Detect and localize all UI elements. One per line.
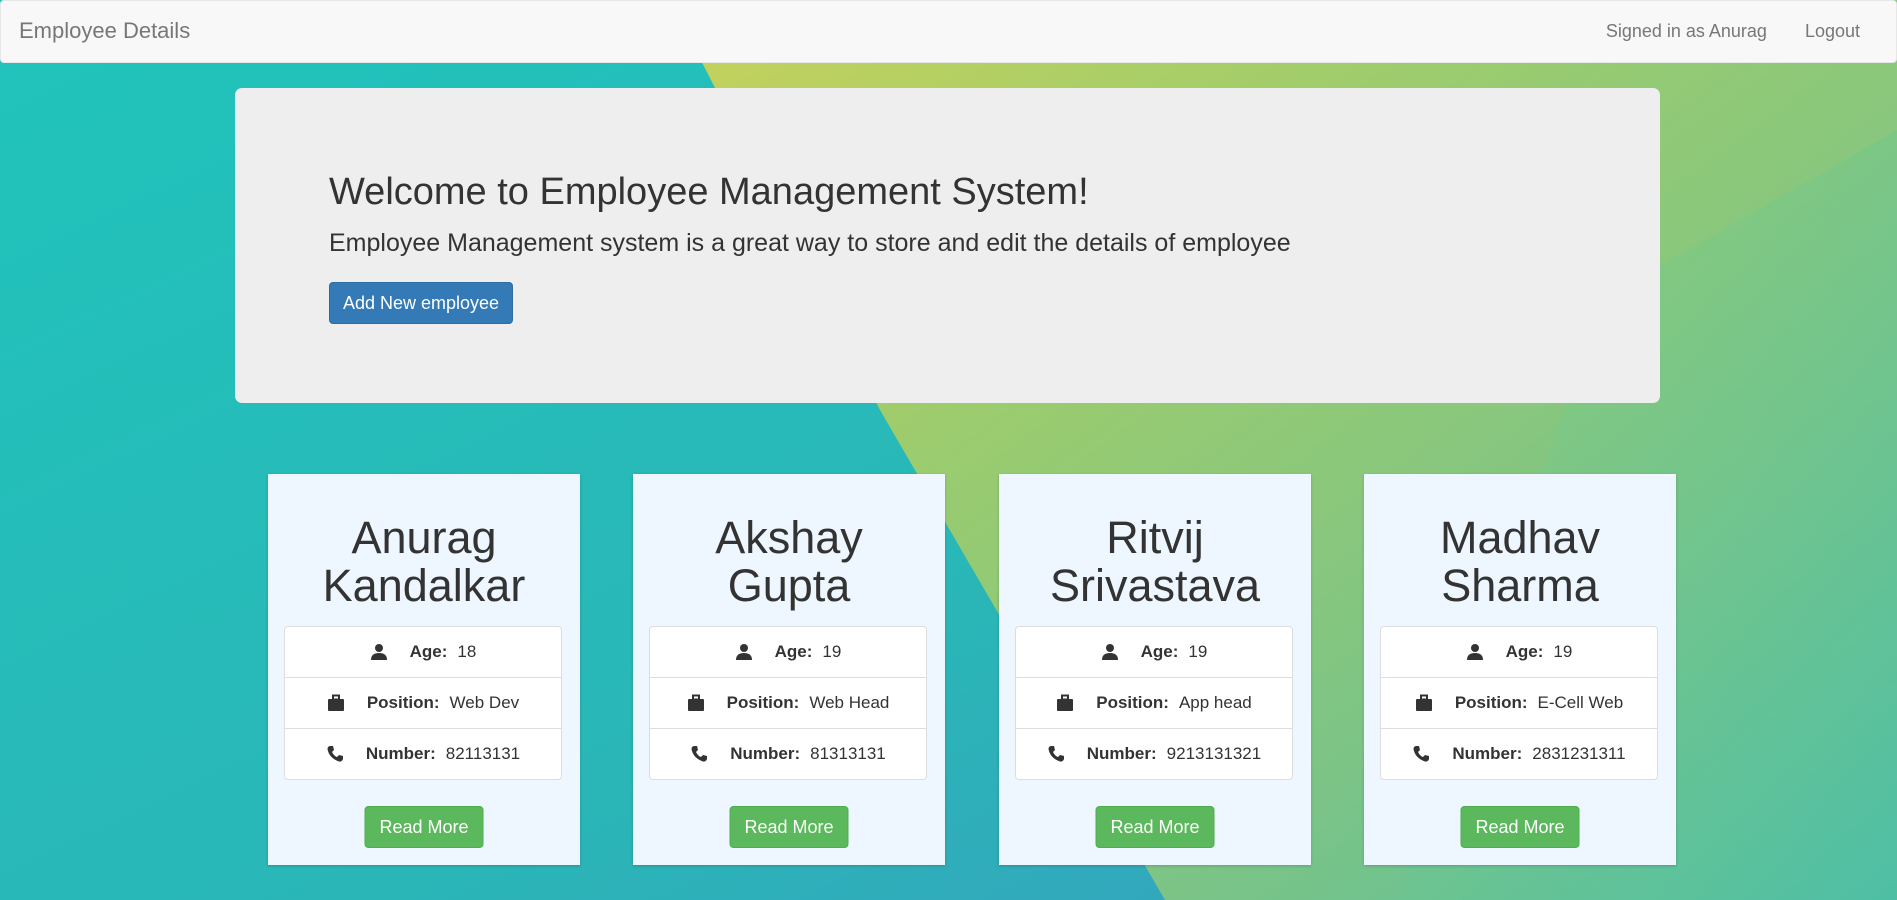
employee-info-list: Age: 18 Position: Web Dev Number: 821131… [284,626,562,780]
page: Employee Details Signed in as Anurag Log… [0,0,1897,900]
phone-icon [1047,745,1065,763]
employee-info-list: Age: 19 Position: App head Number: 92131… [1015,626,1293,780]
position-value: E-Cell Web [1537,693,1624,712]
number-value: 81313131 [810,744,886,763]
add-new-employee-button[interactable]: Add New employee [329,282,513,324]
briefcase-icon [1415,694,1433,712]
position-row: Position: E-Cell Web [1380,677,1658,729]
position-value: Web Dev [449,693,520,712]
briefcase-icon [327,694,345,712]
number-row: Number: 2831231311 [1380,728,1658,780]
employee-last-name: Kandalkar [322,560,526,611]
employee-card: Ritvij Srivastava Age: 19 Position: App … [999,474,1311,865]
age-label: Age: [409,642,448,661]
phone-icon [1412,745,1430,763]
age-value: 19 [1188,642,1208,661]
read-more-button[interactable]: Read More [729,806,849,848]
number-label: Number: [730,744,801,763]
employee-name: Akshay Gupta [633,514,945,610]
user-icon [1466,643,1484,661]
position-label: Position: [366,693,440,712]
navbar: Employee Details Signed in as Anurag Log… [0,0,1897,63]
brand-link[interactable]: Employee Details [19,18,190,44]
briefcase-icon [1056,694,1074,712]
signed-in-link[interactable]: Signed in as Anurag [1606,21,1767,42]
number-label: Number: [1452,744,1523,763]
employee-first-name: Akshay [715,512,863,563]
employee-card: Madhav Sharma Age: 19 Position: E-Cell W… [1364,474,1676,865]
age-value: 18 [457,642,477,661]
employee-card: Anurag Kandalkar Age: 18 Position: Web D… [268,474,580,865]
number-value: 9213131321 [1166,744,1262,763]
position-label: Position: [1096,693,1169,712]
number-row: Number: 81313131 [649,728,927,780]
user-icon [1101,643,1119,661]
number-row: Number: 9213131321 [1015,728,1293,780]
age-value: 19 [1553,642,1573,661]
position-row: Position: Web Head [649,677,927,729]
read-more-button[interactable]: Read More [1095,806,1215,848]
position-value: Web Head [809,693,890,712]
nav-right: Signed in as Anurag Logout [1606,21,1860,42]
employee-last-name: Sharma [1441,560,1599,611]
employee-name: Anurag Kandalkar [268,514,580,610]
age-label: Age: [774,642,813,661]
number-label: Number: [365,744,436,763]
employee-first-name: Madhav [1439,512,1601,563]
phone-icon [326,745,344,763]
employee-last-name: Srivastava [1049,560,1261,611]
employee-name: Madhav Sharma [1364,514,1676,610]
age-label: Age: [1140,642,1179,661]
user-icon [735,643,753,661]
age-row: Age: 19 [1015,626,1293,678]
employee-name: Ritvij Srivastava [999,514,1311,610]
position-value: App head [1178,693,1252,712]
logout-link[interactable]: Logout [1805,21,1860,42]
position-label: Position: [726,693,800,712]
phone-icon [690,745,708,763]
page-subtitle: Employee Management system is a great wa… [329,229,1291,257]
page-title: Welcome to Employee Management System! [329,171,1089,213]
user-icon [370,643,388,661]
age-row: Age: 19 [649,626,927,678]
employee-info-list: Age: 19 Position: Web Head Number: 81313… [649,626,927,780]
briefcase-icon [687,694,705,712]
position-label: Position: [1454,693,1528,712]
age-value: 19 [822,642,842,661]
number-row: Number: 82113131 [284,728,562,780]
age-label: Age: [1505,642,1544,661]
age-row: Age: 18 [284,626,562,678]
age-row: Age: 19 [1380,626,1658,678]
number-label: Number: [1086,744,1157,763]
employee-first-name: Ritvij [1106,512,1204,563]
number-value: 82113131 [445,744,521,763]
position-row: Position: App head [1015,677,1293,729]
read-more-button[interactable]: Read More [364,806,484,848]
welcome-jumbotron: Welcome to Employee Management System! E… [235,88,1660,403]
employee-card: Akshay Gupta Age: 19 Position: Web Head [633,474,945,865]
number-value: 2831231311 [1532,744,1626,763]
employee-last-name: Gupta [727,560,851,611]
employee-info-list: Age: 19 Position: E-Cell Web Number: 283… [1380,626,1658,780]
position-row: Position: Web Dev [284,677,562,729]
read-more-button[interactable]: Read More [1460,806,1580,848]
employee-first-name: Anurag [351,512,497,563]
